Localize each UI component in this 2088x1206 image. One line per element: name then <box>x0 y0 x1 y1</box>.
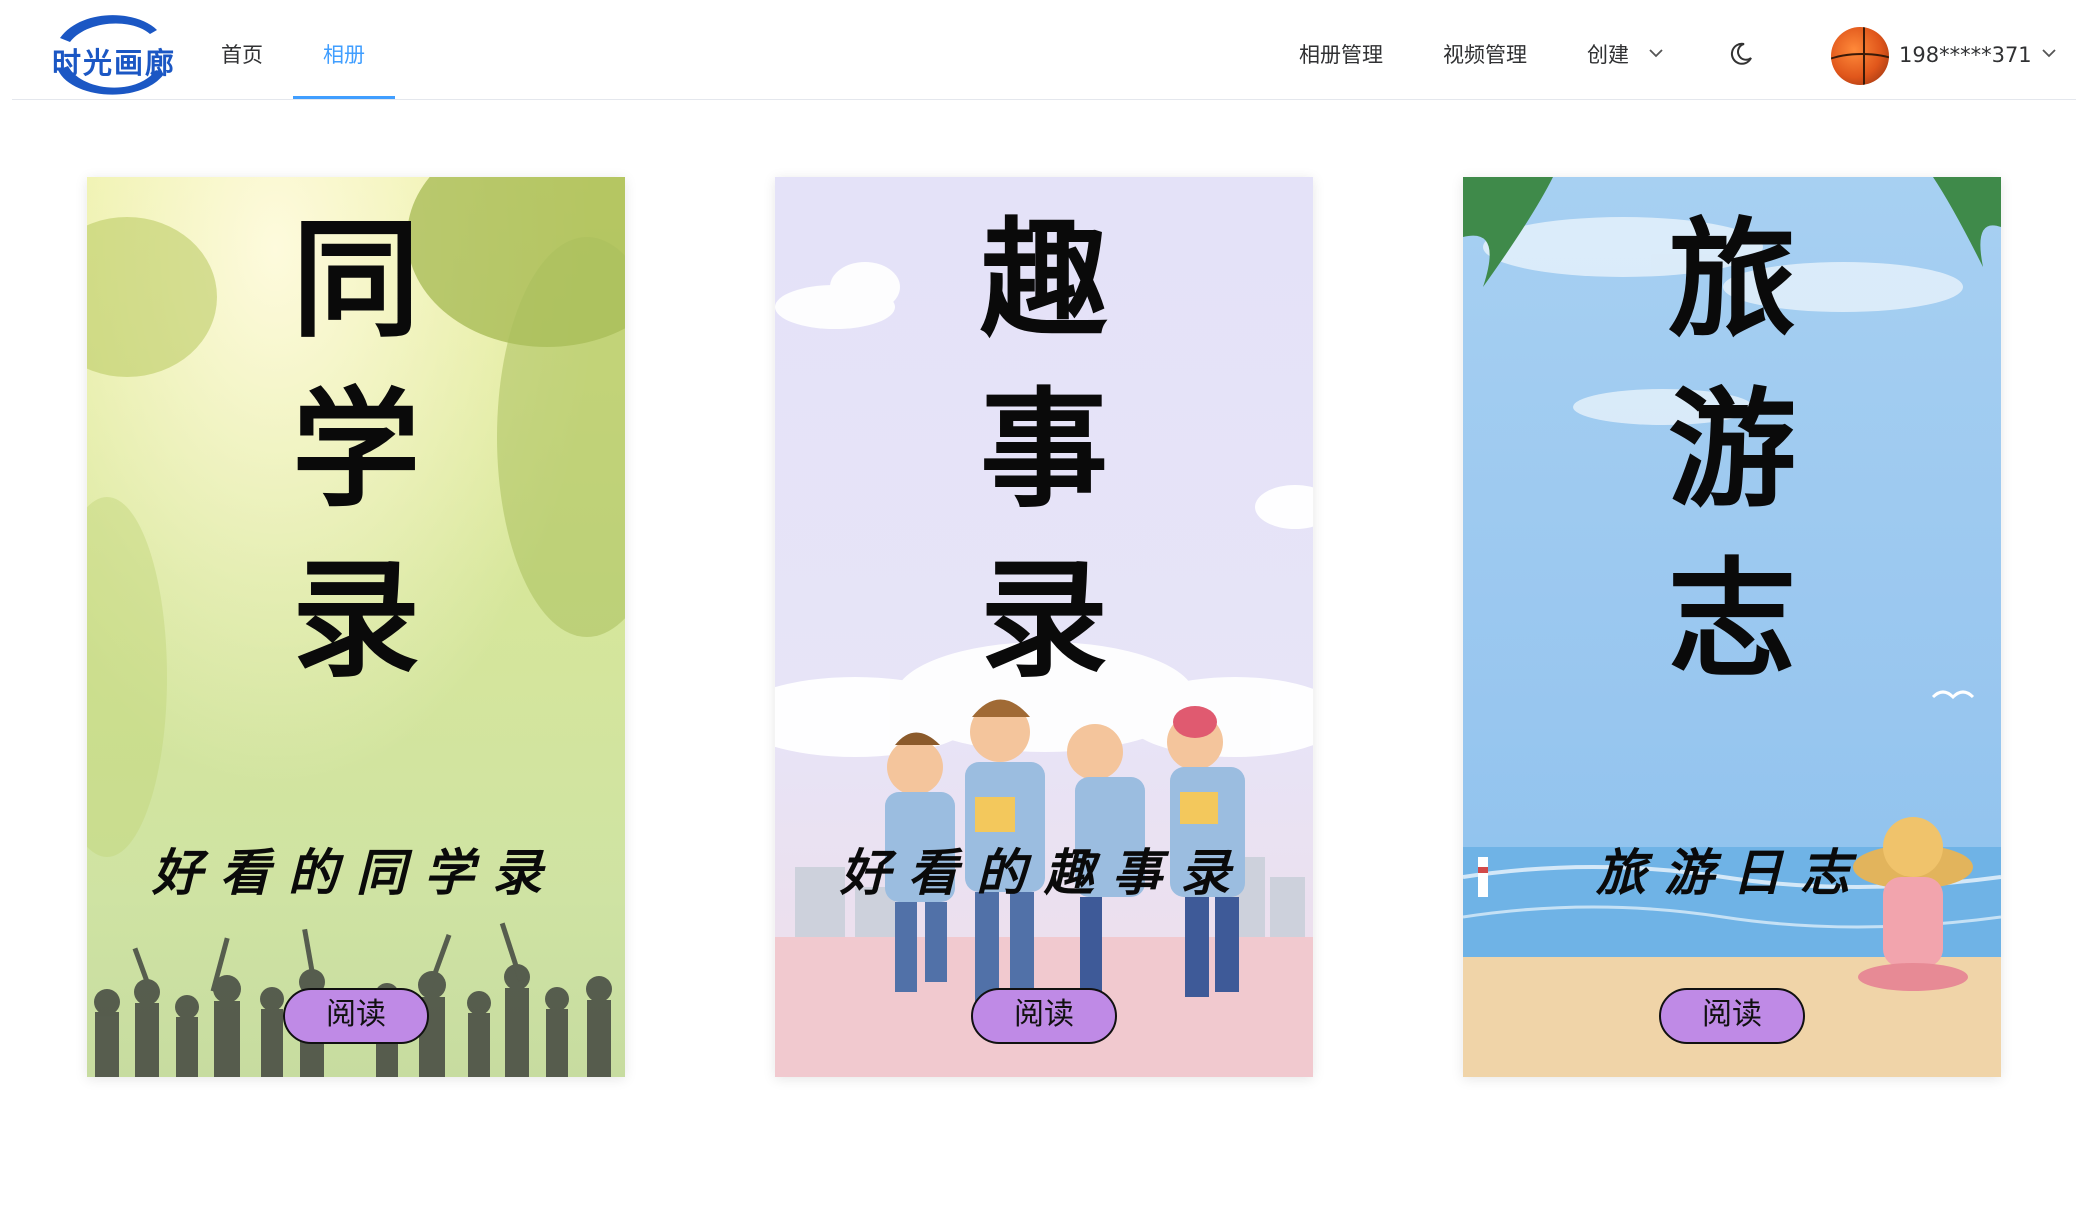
read-button[interactable]: 阅读 <box>971 988 1117 1044</box>
card-subtitle: 好看的同学录 <box>152 843 560 902</box>
card-title: 趣 事 录 <box>775 195 1313 705</box>
moon-icon[interactable] <box>1728 41 1754 67</box>
album-card-classmates[interactable]: 同 学 录 好看的同学录 阅读 <box>87 177 625 1077</box>
user-avatar[interactable] <box>1831 27 1889 85</box>
nav-home[interactable]: 首页 <box>221 0 263 100</box>
title-char: 游 <box>1667 375 1796 525</box>
title-char: 学 <box>291 375 420 525</box>
active-tab-indicator <box>293 96 395 99</box>
top-navbar: 时光画廊 首页 相册 相册管理 视频管理 创建 198*****371 <box>12 0 2076 100</box>
card-title: 同 学 录 <box>87 195 625 705</box>
chevron-down-icon[interactable] <box>1648 47 1664 59</box>
card-title: 旅 游 志 <box>1463 195 2001 705</box>
title-char: 录 <box>979 545 1108 695</box>
logo-text: 时光画廊 <box>52 46 177 80</box>
user-chevron-down-icon[interactable] <box>2041 47 2057 59</box>
title-char: 事 <box>979 375 1108 525</box>
read-button[interactable]: 阅读 <box>283 988 429 1044</box>
title-char: 旅 <box>1667 205 1796 355</box>
album-manage-menu[interactable]: 相册管理 <box>1299 0 1383 100</box>
read-button[interactable]: 阅读 <box>1659 988 1805 1044</box>
user-name[interactable]: 198*****371 <box>1899 0 2032 100</box>
album-card-travel-journal[interactable]: 旅 游 志 旅游日志 阅读 <box>1463 177 2001 1077</box>
album-card-fun-stories[interactable]: 趣 事 录 好看的趣事录 阅读 <box>775 177 1313 1077</box>
card-subtitle: 旅游日志 <box>1596 843 1868 902</box>
title-char: 同 <box>291 205 420 355</box>
title-char: 趣 <box>979 205 1108 355</box>
video-manage-menu[interactable]: 视频管理 <box>1443 0 1527 100</box>
title-char: 志 <box>1667 545 1796 695</box>
create-menu[interactable]: 创建 <box>1587 0 1629 100</box>
card-subtitle: 好看的趣事录 <box>840 843 1248 902</box>
title-char: 录 <box>291 545 420 695</box>
nav-album[interactable]: 相册 <box>323 0 365 100</box>
site-logo[interactable]: 时光画廊 <box>42 8 177 100</box>
